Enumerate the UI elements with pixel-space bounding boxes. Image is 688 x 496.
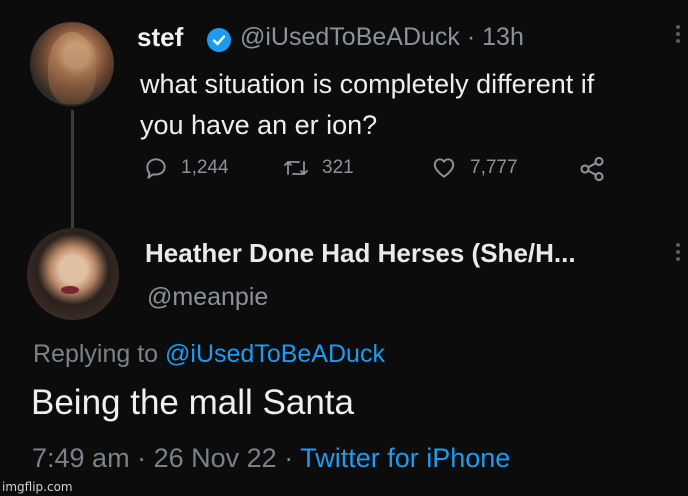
reply-author-handle[interactable]: @meanpie (147, 283, 268, 312)
tweet-text-line-1: what situation is completely different i… (140, 69, 595, 99)
reply-author-name[interactable]: Heather Done Had Herses (She/H... (145, 238, 576, 269)
reply-button[interactable]: 1,244 (143, 155, 229, 181)
tweet-text-line-2: you have an er ion? (140, 110, 378, 140)
author-handle[interactable]: @iUsedToBeADuck (240, 23, 460, 51)
reply-source[interactable]: Twitter for iPhone (300, 443, 510, 473)
reply-count: 1,244 (181, 157, 229, 178)
reply-date[interactable]: 26 Nov 22 (154, 443, 277, 473)
avatar-heather[interactable] (27, 228, 119, 320)
reply-icon (146, 158, 166, 179)
avatar-stef[interactable] (30, 22, 114, 106)
time-ago[interactable]: 13h (482, 23, 524, 51)
meta-separator-2: · (284, 443, 294, 473)
retweet-count: 321 (322, 157, 354, 178)
share-icon (580, 156, 604, 182)
like-icon (433, 158, 455, 178)
replying-to-handle[interactable]: @iUsedToBeADuck (165, 340, 385, 368)
thread-connector-line (71, 110, 74, 228)
reply-text: Being the mall Santa (31, 383, 354, 422)
meta-separator-1: · (137, 443, 147, 473)
more-options-icon[interactable] (676, 22, 682, 46)
share-button[interactable] (578, 155, 606, 183)
tweet-text: what situation is completely different i… (140, 64, 680, 146)
replying-to: Replying to @iUsedToBeADuck (33, 340, 385, 369)
retweet-icon (284, 161, 308, 175)
reply-more-options-icon[interactable] (676, 240, 682, 264)
watermark: imgflip.com (2, 480, 73, 494)
author-name[interactable]: stef (137, 22, 183, 53)
reply-meta: 7:49 am · 26 Nov 22 · Twitter for iPhone (32, 443, 510, 474)
tweet-screenshot: stef @iUsedToBeADuck · 13h what situatio… (0, 0, 688, 496)
reply-time[interactable]: 7:49 am (32, 443, 130, 473)
verified-badge-icon (207, 28, 231, 52)
separator: · (466, 23, 476, 51)
author-handle-time: @iUsedToBeADuck · 13h (240, 23, 524, 52)
retweet-button[interactable]: 321 (282, 155, 354, 181)
like-button[interactable]: 7,777 (430, 155, 518, 181)
like-count: 7,777 (470, 157, 518, 178)
replying-prefix: Replying to (33, 340, 159, 368)
